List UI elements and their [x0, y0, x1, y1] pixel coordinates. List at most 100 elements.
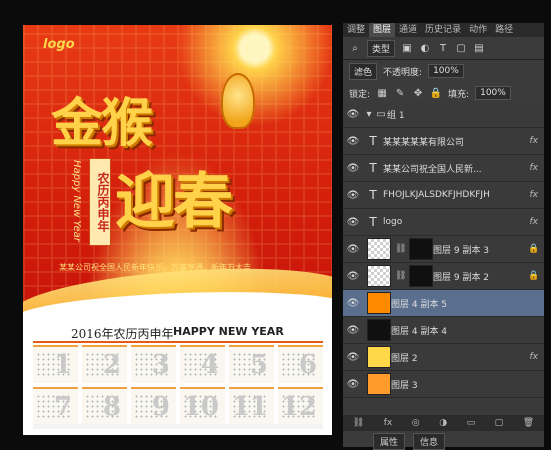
month-block: 4 [180, 345, 225, 383]
text-layer-icon: T [369, 188, 377, 202]
new-group-icon[interactable]: ▭ [467, 418, 476, 428]
month-block: 11 [229, 387, 274, 425]
poster-canvas: logo 金猴 Happy New Year 农历丙申年 迎春 某某公司祝全国人… [23, 25, 332, 435]
fx-icon[interactable]: fx [530, 190, 539, 200]
month-number: 6 [298, 350, 317, 380]
layer-thumbnail [367, 238, 391, 260]
eye-icon[interactable]: 👁 [343, 325, 363, 336]
filter-row: ⌕ 类型 ▣ ◐ T ▢ ▤ [343, 37, 544, 59]
fill-field[interactable]: 100% [475, 86, 511, 100]
eye-icon[interactable]: 👁 [343, 136, 363, 147]
tab-layers[interactable]: 图层 [369, 23, 396, 37]
fx-icon[interactable]: fx [530, 217, 539, 227]
shape-filter-icon[interactable]: ▢ [455, 42, 467, 54]
layer-name: logo [383, 217, 403, 227]
calendar-rule [33, 341, 323, 343]
layer-thumbnail [367, 346, 391, 368]
poster-background: logo 金猴 Happy New Year 农历丙申年 迎春 某某公司祝全国人… [23, 25, 332, 343]
tab-adjustments[interactable]: 调整 [343, 23, 369, 37]
layer-thumbnail [367, 265, 391, 287]
link-icon[interactable]: ⛓ [395, 271, 406, 281]
adjustment-icon[interactable]: ◑ [439, 418, 447, 428]
layer-thumbnail [367, 373, 391, 395]
eye-icon[interactable]: 👁 [343, 271, 363, 282]
trash-icon[interactable]: 🗑 [523, 418, 534, 428]
layer-item[interactable]: 👁 ⛓ 图层 9 副本 2 🔒 [343, 263, 544, 290]
layer-item[interactable]: 👁 T 某某某某某有限公司 fx [343, 128, 544, 155]
layer-item[interactable]: 👁 图层 4 副本 4 [343, 317, 544, 344]
month-block: 8 [82, 387, 127, 425]
smartobject-filter-icon[interactable]: ▤ [473, 42, 485, 54]
tab-channels[interactable]: 通道 [395, 23, 421, 37]
add-mask-icon[interactable]: ◎ [412, 418, 420, 428]
chevron-down-icon[interactable]: ▾ [363, 108, 375, 120]
secondary-panel-tabs: 属性 信息 [373, 433, 446, 450]
tab-paths[interactable]: 路径 [491, 23, 517, 37]
calendar-title: 2016年农历丙申年 [71, 327, 174, 341]
layer-name: 图层 9 副本 3 [433, 245, 490, 256]
search-icon: ⌕ [352, 42, 358, 54]
lock-all-icon[interactable]: 🔒 [430, 87, 442, 99]
eye-icon[interactable]: 👁 [343, 379, 363, 390]
blend-mode-dropdown[interactable]: 滤色 [349, 62, 378, 80]
layer-thumbnail [367, 319, 391, 341]
text-layer-icon: T [369, 134, 377, 148]
adjustment-filter-icon[interactable]: ◐ [419, 42, 431, 54]
month-number: 3 [151, 350, 170, 380]
lock-icon: 🔒 [528, 271, 540, 281]
layer-group[interactable]: 👁 ▾ ▭ 组 1 [343, 101, 544, 128]
month-number: 9 [151, 392, 170, 422]
eye-icon[interactable]: 👁 [343, 217, 363, 228]
layer-item[interactable]: 👁 图层 2 fx [343, 344, 544, 371]
lunar-year-label: 农历丙申年 [89, 158, 111, 246]
folder-icon: ▭ [376, 108, 386, 120]
tab-history[interactable]: 历史记录 [421, 23, 465, 37]
layer-name: 某某某某某有限公司 [383, 137, 465, 148]
eye-icon[interactable]: 👁 [343, 163, 363, 174]
fx-icon[interactable]: fx [384, 418, 393, 428]
tab-actions[interactable]: 动作 [465, 23, 491, 37]
type-filter-icon[interactable]: T [437, 42, 449, 54]
poster-footer-line [33, 424, 323, 429]
layer-item[interactable]: 👁 ⛓ 图层 9 副本 3 🔒 [343, 236, 544, 263]
calendar-months-grid: 1 2 3 4 5 6 7 8 9 10 11 12 [33, 345, 323, 425]
lock-position-icon[interactable]: ✥ [412, 87, 424, 99]
opacity-field[interactable]: 100% [428, 64, 464, 78]
tab-info[interactable]: 信息 [413, 433, 446, 450]
filter-type-dropdown[interactable]: 类型 [367, 39, 396, 57]
month-number: 1 [53, 350, 72, 380]
layer-name: 图层 4 副本 5 [391, 299, 448, 310]
layer-item[interactable]: 👁 T 某某公司祝全国人民新... fx [343, 155, 544, 182]
layer-item[interactable]: 👁 图层 3 [343, 371, 544, 398]
layer-item-selected[interactable]: 👁 图层 4 副本 5 [343, 290, 544, 317]
eye-icon[interactable]: 👁 [343, 109, 363, 120]
image-filter-icon[interactable]: ▣ [401, 42, 413, 54]
month-block: 7 [33, 387, 78, 425]
link-layers-icon[interactable]: ⛓ [353, 418, 364, 428]
fx-icon[interactable]: fx [530, 136, 539, 146]
layer-item[interactable]: 👁 T FHOJLKJALSDKFJHDKFJH fx [343, 182, 544, 209]
month-block: 12 [278, 387, 323, 425]
month-number: 11 [231, 392, 268, 422]
eye-icon[interactable]: 👁 [343, 352, 363, 363]
tab-properties[interactable]: 属性 [373, 433, 406, 450]
layer-name: 图层 9 副本 2 [433, 272, 490, 283]
layer-name: 某某公司祝全国人民新... [383, 164, 482, 175]
headline-line-1: 金猴 [51, 94, 153, 154]
poster-logo: logo [43, 37, 75, 52]
month-number: 12 [280, 392, 317, 422]
eye-icon[interactable]: 👁 [343, 190, 363, 201]
lock-image-icon[interactable]: ✎ [394, 87, 406, 99]
month-number: 7 [53, 392, 72, 422]
new-layer-icon[interactable]: ▢ [495, 418, 504, 428]
lock-transparency-icon[interactable]: ▦ [376, 87, 388, 99]
calendar-english-title: HAPPY NEW YEAR [173, 325, 284, 338]
month-block: 5 [229, 345, 274, 383]
eye-icon[interactable]: 👁 [343, 298, 363, 309]
layer-item[interactable]: 👁 T logo fx [343, 209, 544, 236]
eye-icon[interactable]: 👁 [343, 244, 363, 255]
fx-icon[interactable]: fx [530, 163, 539, 173]
fx-icon[interactable]: fx [530, 352, 539, 362]
month-number: 2 [102, 350, 121, 380]
link-icon[interactable]: ⛓ [395, 244, 406, 254]
